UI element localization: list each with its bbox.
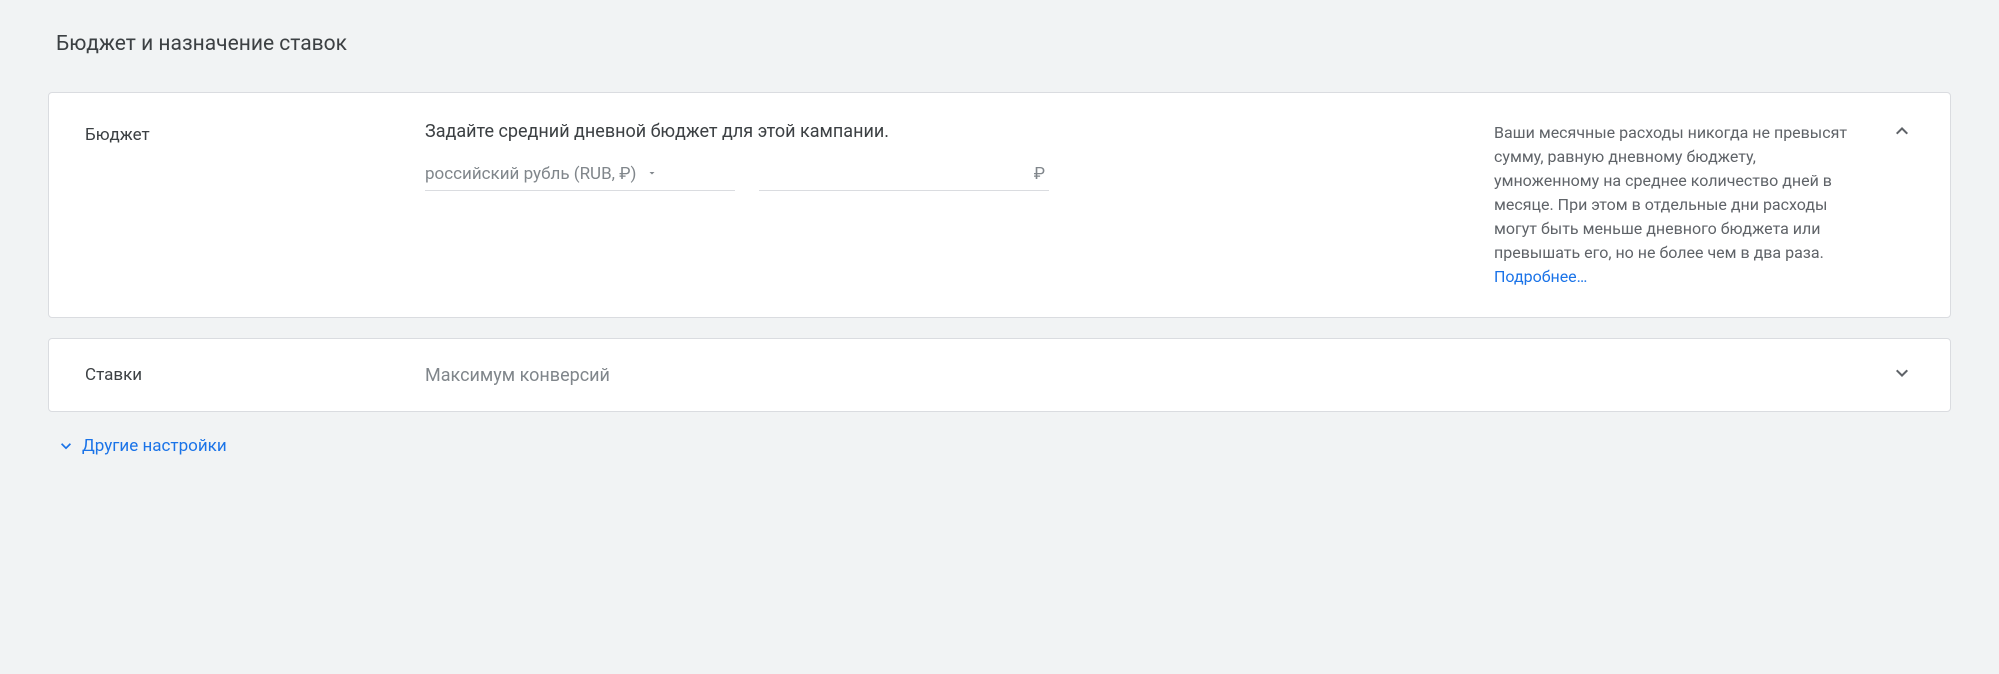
budget-amount-field[interactable]: ₽ [759,158,1049,191]
budget-card: Бюджет Задайте средний дневной бюджет дл… [48,92,1951,318]
bids-card[interactable]: Ставки Максимум конверсий [48,338,1951,412]
budget-info: Ваши месячные расходы никогда не превыся… [1494,121,1854,289]
bids-label: Ставки [85,365,425,385]
budget-heading: Задайте средний дневной бюджет для этой … [425,121,1304,142]
expand-button[interactable] [1890,361,1914,389]
budget-content: Задайте средний дневной бюджет для этой … [425,121,1304,191]
budget-amount-input[interactable] [763,164,1034,184]
budget-label: Бюджет [85,121,425,145]
budget-info-text: Ваши месячные расходы никогда не превыся… [1494,123,1847,262]
chevron-down-icon [56,436,76,456]
currency-label: российский рубль (RUB, ₽) [425,164,636,184]
more-settings-toggle[interactable]: Другие настройки [48,432,1951,460]
bids-value: Максимум конверсий [425,365,1874,386]
section-title: Бюджет и назначение ставок [48,32,1951,56]
more-settings-label: Другие настройки [82,436,227,456]
dropdown-arrow-icon [646,164,658,184]
collapse-button[interactable] [1890,119,1914,147]
chevron-up-icon [1890,119,1914,143]
chevron-down-icon [1890,361,1914,385]
currency-symbol: ₽ [1034,164,1045,184]
budget-learn-more-link[interactable]: Подробнее… [1494,267,1587,286]
currency-selector[interactable]: российский рубль (RUB, ₽) [425,158,735,191]
